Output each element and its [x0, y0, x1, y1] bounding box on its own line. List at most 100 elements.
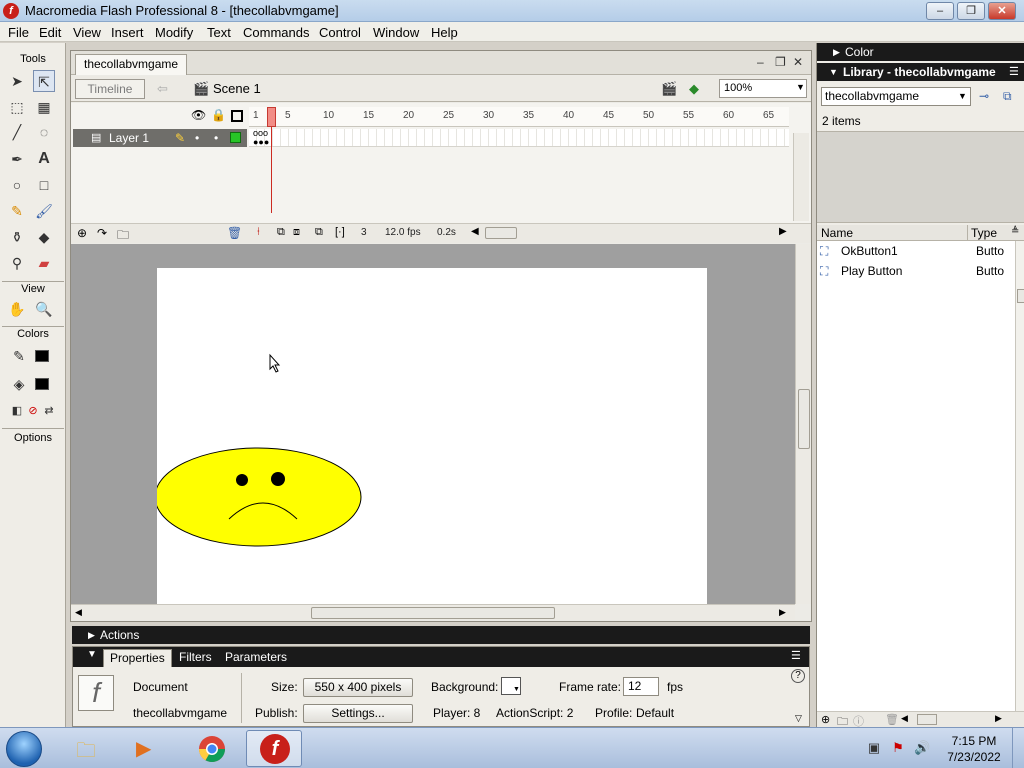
oval-tool-icon[interactable]: ○	[6, 174, 28, 196]
document-tab[interactable]: thecollabvmgame	[75, 54, 188, 75]
document-size-button[interactable]: 550 x 400 pixels	[303, 678, 413, 697]
hand-tool-icon[interactable]: ✋	[6, 298, 28, 320]
edit-symbols-icon[interactable]: ◆	[689, 81, 699, 97]
lib-scroll-right-icon[interactable]: ▶	[995, 713, 1002, 724]
timeline-hscroll-thumb[interactable]	[485, 227, 517, 239]
menu-file[interactable]: File	[8, 25, 29, 40]
pencil-tool-icon[interactable]: ✎	[6, 200, 28, 222]
rectangle-tool-icon[interactable]: □	[33, 174, 55, 196]
add-motion-guide-icon[interactable]: ↷	[97, 226, 107, 240]
tab-parameters[interactable]: Parameters	[219, 649, 293, 667]
edit-multiple-frames-icon[interactable]: ⧉	[315, 226, 323, 239]
clock-time[interactable]: 7:15 PM	[944, 734, 1004, 748]
eraser-tool-icon[interactable]: ▰	[33, 252, 55, 274]
panel-options-icon[interactable]: ☰	[1009, 63, 1019, 81]
fill-transform-tool-icon[interactable]: ▦	[33, 96, 55, 118]
lock-icon[interactable]: 🔒	[211, 108, 226, 122]
stage-hscroll-thumb[interactable]	[311, 607, 555, 619]
onion-outlines-icon[interactable]: ⧈	[293, 226, 300, 239]
menu-help[interactable]: Help	[431, 25, 458, 40]
sad-face-shape[interactable]	[154, 447, 362, 547]
flash-app-icon[interactable]: f	[3, 3, 19, 19]
lib-hscroll-thumb[interactable]	[917, 714, 937, 725]
panel-options-icon[interactable]: ☰	[791, 649, 801, 662]
column-type[interactable]: Type	[971, 226, 997, 240]
frames-row[interactable]: ooo ●●●	[249, 129, 789, 147]
frame-ruler[interactable]: 1 5 10 15 20 25 30 35 40 45 50 55 60 65	[249, 107, 789, 127]
menu-modify[interactable]: Modify	[155, 25, 193, 40]
tab-filters[interactable]: Filters	[173, 649, 218, 667]
edit-scene-icon[interactable]: 🎬	[661, 81, 677, 97]
back-arrow-icon[interactable]: ⇦	[157, 81, 168, 97]
close-button[interactable]: ✕	[988, 2, 1016, 20]
paint-bucket-tool-icon[interactable]: ◆	[33, 226, 55, 248]
stroke-color-swatch[interactable]	[35, 350, 49, 362]
layer-row[interactable]: ▤ Layer 1 ✎ • •	[73, 129, 247, 147]
collapse-triangle-icon[interactable]: ▼	[87, 649, 97, 660]
swap-colors-icon[interactable]: ⇄	[38, 400, 60, 422]
keyframe-dots[interactable]: ooo ●●●	[253, 129, 269, 147]
scroll-left-icon[interactable]: ◀	[471, 226, 479, 237]
line-tool-icon[interactable]: ╱	[6, 121, 28, 143]
delete-layer-icon[interactable]: 🗑	[227, 226, 242, 240]
start-button[interactable]	[6, 731, 42, 767]
timeline-toggle-button[interactable]: Timeline	[75, 79, 145, 99]
tab-properties[interactable]: Properties	[103, 649, 172, 667]
doc-restore-button[interactable]: ❐	[775, 55, 786, 69]
zoom-tool-icon[interactable]: 🔍	[33, 298, 55, 320]
modify-onion-markers-icon[interactable]: [·]	[335, 226, 345, 238]
subselection-tool-icon[interactable]: ⇱	[33, 70, 55, 92]
stage-vscroll-thumb[interactable]	[798, 389, 810, 449]
playhead[interactable]	[267, 107, 276, 127]
menu-window[interactable]: Window	[373, 25, 419, 40]
zoom-select[interactable]: 100%	[719, 79, 807, 98]
layer-outline-color-icon[interactable]	[230, 132, 241, 143]
menu-commands[interactable]: Commands	[243, 25, 309, 40]
lock-dot-icon[interactable]: •	[214, 129, 218, 147]
lasso-tool-icon[interactable]: ◌	[33, 121, 55, 143]
ink-bottle-tool-icon[interactable]: ⚱	[6, 226, 28, 248]
menu-edit[interactable]: Edit	[39, 25, 61, 40]
publish-settings-button[interactable]: Settings...	[303, 704, 413, 723]
restore-button[interactable]: ❐	[957, 2, 985, 20]
timeline-vscroll[interactable]	[793, 133, 809, 221]
chrome-taskbar-button[interactable]	[184, 730, 240, 767]
volume-icon[interactable]: 🔊	[914, 740, 930, 756]
background-color-swatch[interactable]: ▼	[501, 677, 521, 695]
flash-taskbar-button[interactable]: f	[246, 730, 302, 767]
column-name[interactable]: Name	[821, 226, 853, 240]
eyedropper-tool-icon[interactable]: ⚲	[6, 252, 28, 274]
pin-library-icon[interactable]: ⊸	[979, 89, 989, 103]
list-item[interactable]: ⛶ Play Button Butto	[817, 261, 1015, 281]
stage-hscroll[interactable]: ◀ ▶	[71, 604, 795, 620]
zoom-dropdown-arrow-icon[interactable]: ▼	[796, 82, 805, 92]
free-transform-tool-icon[interactable]: ⬚	[6, 96, 28, 118]
minimize-button[interactable]: –	[926, 2, 954, 20]
library-panel-header[interactable]: ▼ Library - thecollabvmgame ☰	[817, 63, 1024, 81]
explorer-taskbar-button[interactable]: 🗀	[60, 730, 116, 767]
fill-color-swatch[interactable]	[35, 378, 49, 390]
library-vscroll[interactable]	[1015, 241, 1024, 711]
brush-tool-icon[interactable]: 🖌	[33, 200, 55, 222]
actions-panel-header[interactable]: ▶ Actions	[72, 626, 810, 644]
show-hide-eye-icon[interactable]: 👁	[191, 108, 206, 122]
menu-insert[interactable]: Insert	[111, 25, 144, 40]
doc-minimize-button[interactable]: –	[757, 55, 764, 69]
frame-rate-input[interactable]: 12	[623, 677, 659, 696]
new-symbol-icon[interactable]: ⊕	[821, 713, 830, 726]
select-dropdown-arrow-icon[interactable]: ▼	[958, 91, 967, 101]
add-layer-icon[interactable]: ⊕	[77, 226, 87, 240]
color-panel-header[interactable]: ▶ Color	[817, 43, 1024, 61]
props-expand-icon[interactable]: ▽	[795, 713, 802, 724]
visible-dot-icon[interactable]: •	[195, 129, 199, 147]
delete-icon[interactable]: 🗑	[885, 713, 899, 726]
sort-order-icon[interactable]: ≜	[1011, 226, 1019, 237]
menu-view[interactable]: View	[73, 25, 101, 40]
action-center-icon[interactable]: ⚑	[890, 740, 906, 756]
network-icon[interactable]: ▣	[866, 740, 882, 756]
text-tool-icon[interactable]: A	[33, 148, 55, 170]
hscroll-right-icon[interactable]: ▶	[779, 607, 786, 618]
new-library-panel-icon[interactable]: ⧉	[1003, 89, 1012, 104]
clock-date[interactable]: 7/23/2022	[940, 750, 1008, 764]
hscroll-left-icon[interactable]: ◀	[75, 607, 82, 618]
